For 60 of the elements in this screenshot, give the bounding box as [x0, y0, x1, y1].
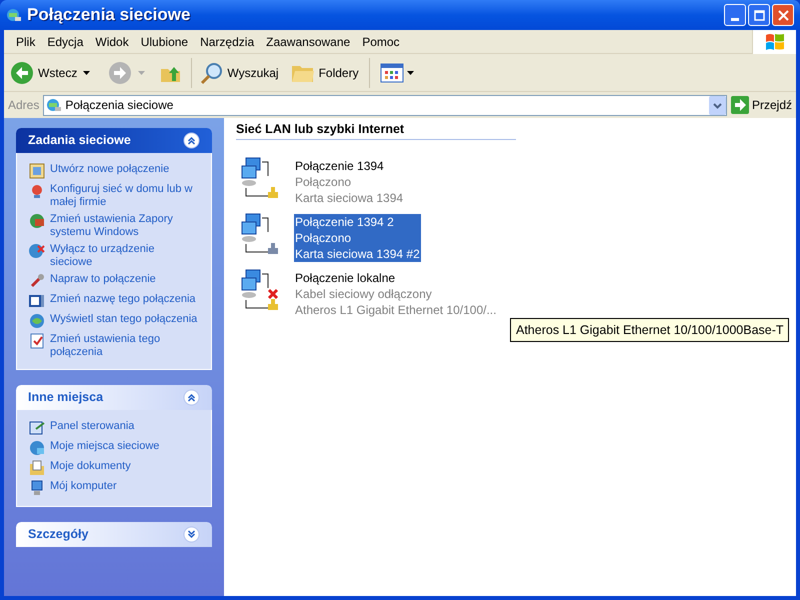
task-link[interactable]: Panel sterowania	[50, 420, 199, 433]
menu-item[interactable]: Edycja	[41, 30, 90, 52]
maximize-icon	[754, 10, 764, 20]
address-label: Adres	[8, 97, 40, 114]
search-button[interactable]: Wyszukaj	[200, 60, 279, 84]
menu-item[interactable]: Widok	[89, 30, 135, 52]
task-link[interactable]: Zmień ustawienia tego połączenia	[50, 333, 199, 359]
menu-item[interactable]: Pomoc	[356, 30, 406, 52]
panel-header[interactable]: Szczegóły	[16, 522, 212, 547]
task-link[interactable]: Napraw to połączenie	[50, 273, 199, 286]
go-button[interactable]: Przejdź	[730, 96, 792, 114]
folder-icon	[29, 460, 45, 476]
connection-item[interactable]: Połączenie 1394 Połączono Karta sieciowa 1394	[294, 156, 404, 206]
minimize-button[interactable]	[724, 4, 746, 26]
computer-icon	[29, 480, 45, 496]
connection-item[interactable]: Połączenie 1394 2 Połączono Karta sieciowa 1394 #2	[294, 212, 421, 262]
task-link[interactable]: Wyłącz to urządzenie sieciowe	[50, 243, 199, 269]
wizard-icon	[29, 163, 45, 179]
task-link[interactable]: Konfiguruj sieć w domu lub w małej firmie	[50, 183, 199, 209]
task-link[interactable]: Moje dokumenty	[50, 460, 199, 473]
network-icon	[6, 7, 22, 23]
globe-x-icon	[29, 243, 45, 259]
address-field[interactable]: Połączenia sieciowe	[43, 94, 727, 116]
menu-item[interactable]: Zaawansowane	[260, 30, 356, 52]
views-icon	[380, 62, 404, 82]
close-icon	[778, 10, 788, 20]
wrench-icon	[29, 273, 45, 289]
checklist-icon	[29, 333, 45, 349]
dropdown-caret-icon[interactable]	[83, 70, 90, 74]
search-icon	[200, 60, 224, 84]
menu-item[interactable]: Ulubione	[134, 30, 194, 52]
windows-logo-icon	[764, 32, 784, 50]
task-link[interactable]: Wyświetl stan tego połączenia	[50, 313, 199, 326]
connection-item[interactable]: Połączenie lokalne Kabel sieciowy odłączony Atheros L1 Gigabit Ethernet 10/100/...	[294, 268, 498, 318]
close-button[interactable]	[772, 4, 794, 26]
task-link[interactable]: Zmień ustawienia Zapory systemu Windows	[50, 213, 199, 239]
panel-title: Szczegóły	[28, 526, 88, 544]
folders-button[interactable]: Foldery	[290, 62, 359, 84]
menu-item[interactable]: Plik	[10, 30, 42, 52]
network-icon	[46, 97, 62, 113]
tooltip: Atheros L1 Gigabit Ethernet 10/100/1000Base-T	[510, 318, 789, 342]
dropdown-caret-icon	[406, 70, 414, 74]
collapse-icon[interactable]	[183, 389, 200, 406]
panel-title: Inne miejsca	[28, 389, 104, 406]
minimize-icon	[731, 18, 739, 21]
task-link[interactable]: Zmień nazwę tego połączenia	[50, 293, 199, 306]
collapse-icon[interactable]	[183, 132, 200, 149]
task-link[interactable]: Mój komputer	[50, 480, 199, 493]
expand-icon[interactable]	[183, 526, 200, 543]
panel-title: Zadania sieciowe	[28, 132, 131, 150]
panel-header[interactable]: Inne miejsca	[16, 385, 212, 410]
panel-header[interactable]: Zadania sieciowe	[16, 128, 212, 153]
maximize-button[interactable]	[748, 4, 770, 26]
back-button[interactable]: Wstecz	[10, 60, 80, 84]
task-link[interactable]: Moje miejsca sieciowe	[50, 440, 199, 453]
window-title: Połączenia sieciowe	[27, 4, 190, 26]
task-link[interactable]: Utwórz nowe połączenie	[50, 163, 199, 176]
group-heading: Sieć LAN lub szybki Internet	[236, 120, 516, 140]
menu-item[interactable]: Narzędzia	[194, 30, 260, 52]
views-button[interactable]	[380, 62, 414, 82]
